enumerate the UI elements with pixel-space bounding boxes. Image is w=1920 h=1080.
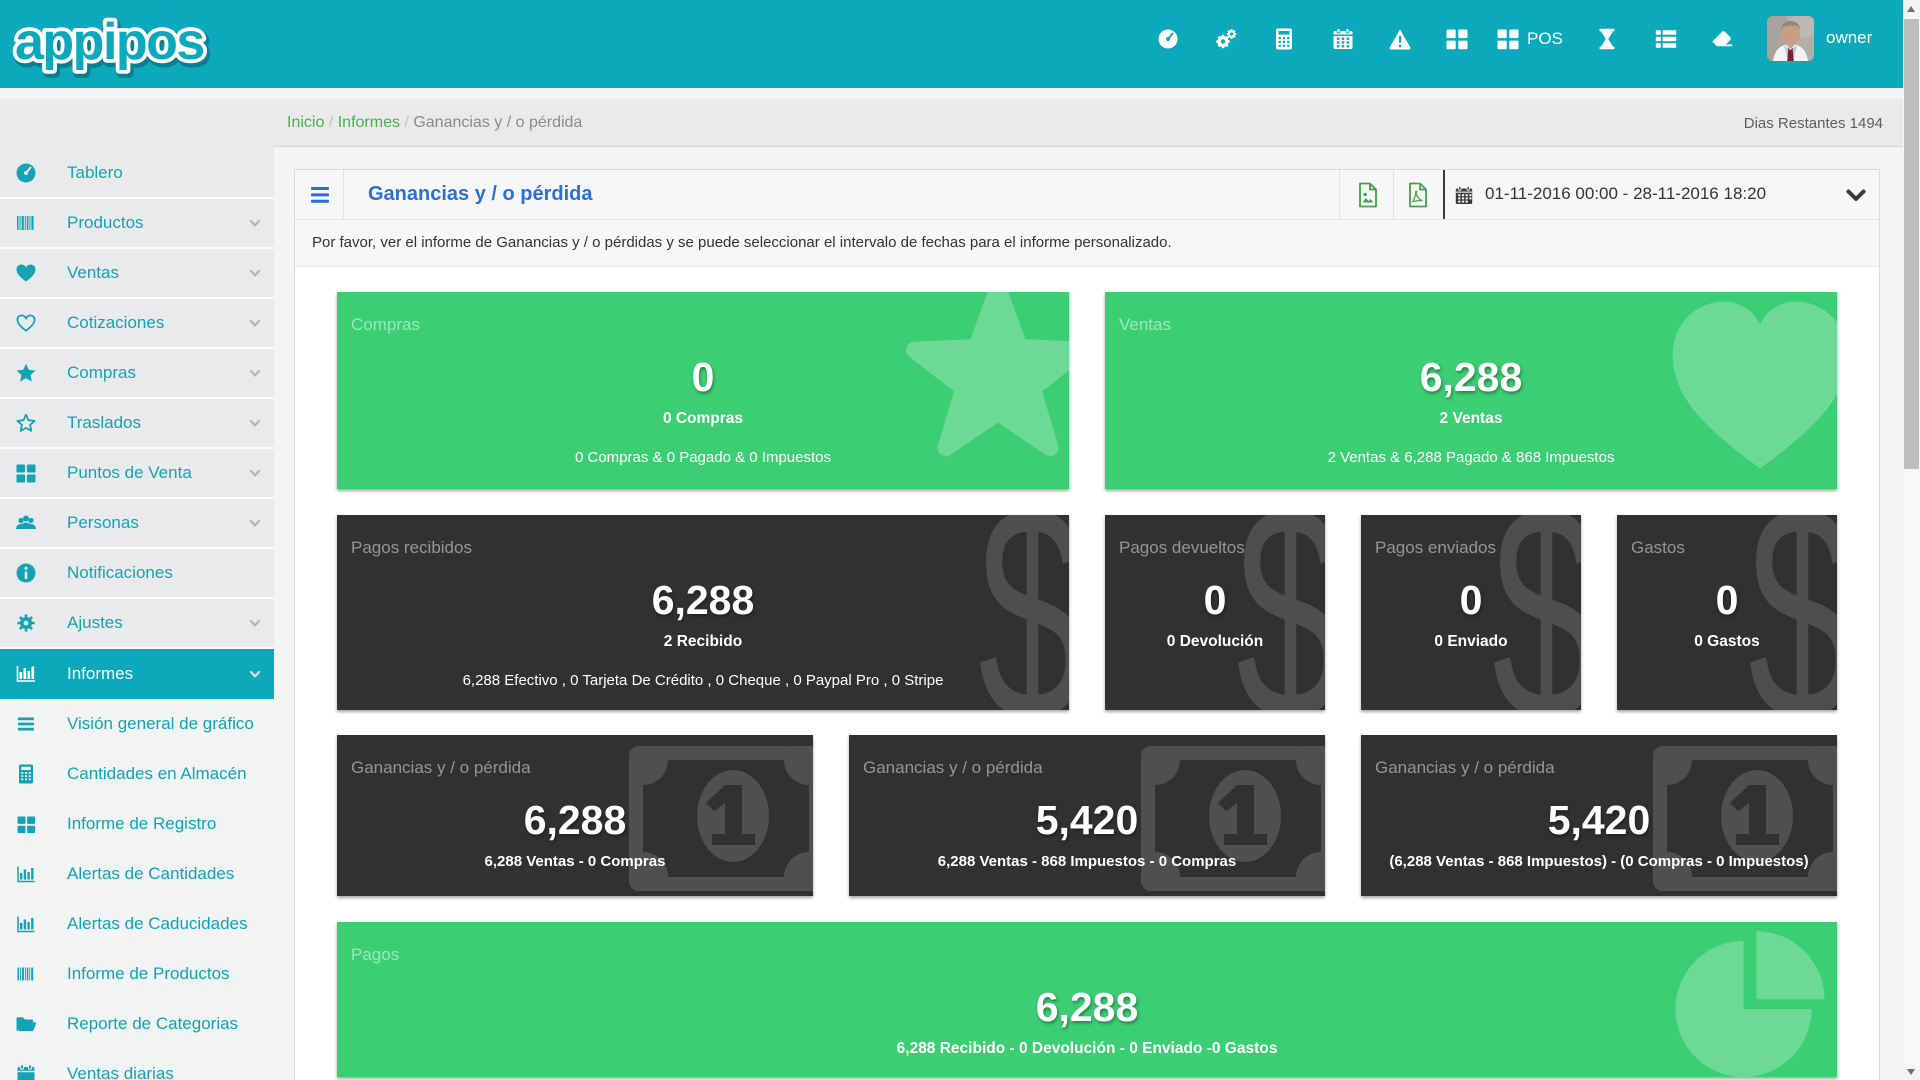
svg-text:appipos: appipos [15,13,204,71]
